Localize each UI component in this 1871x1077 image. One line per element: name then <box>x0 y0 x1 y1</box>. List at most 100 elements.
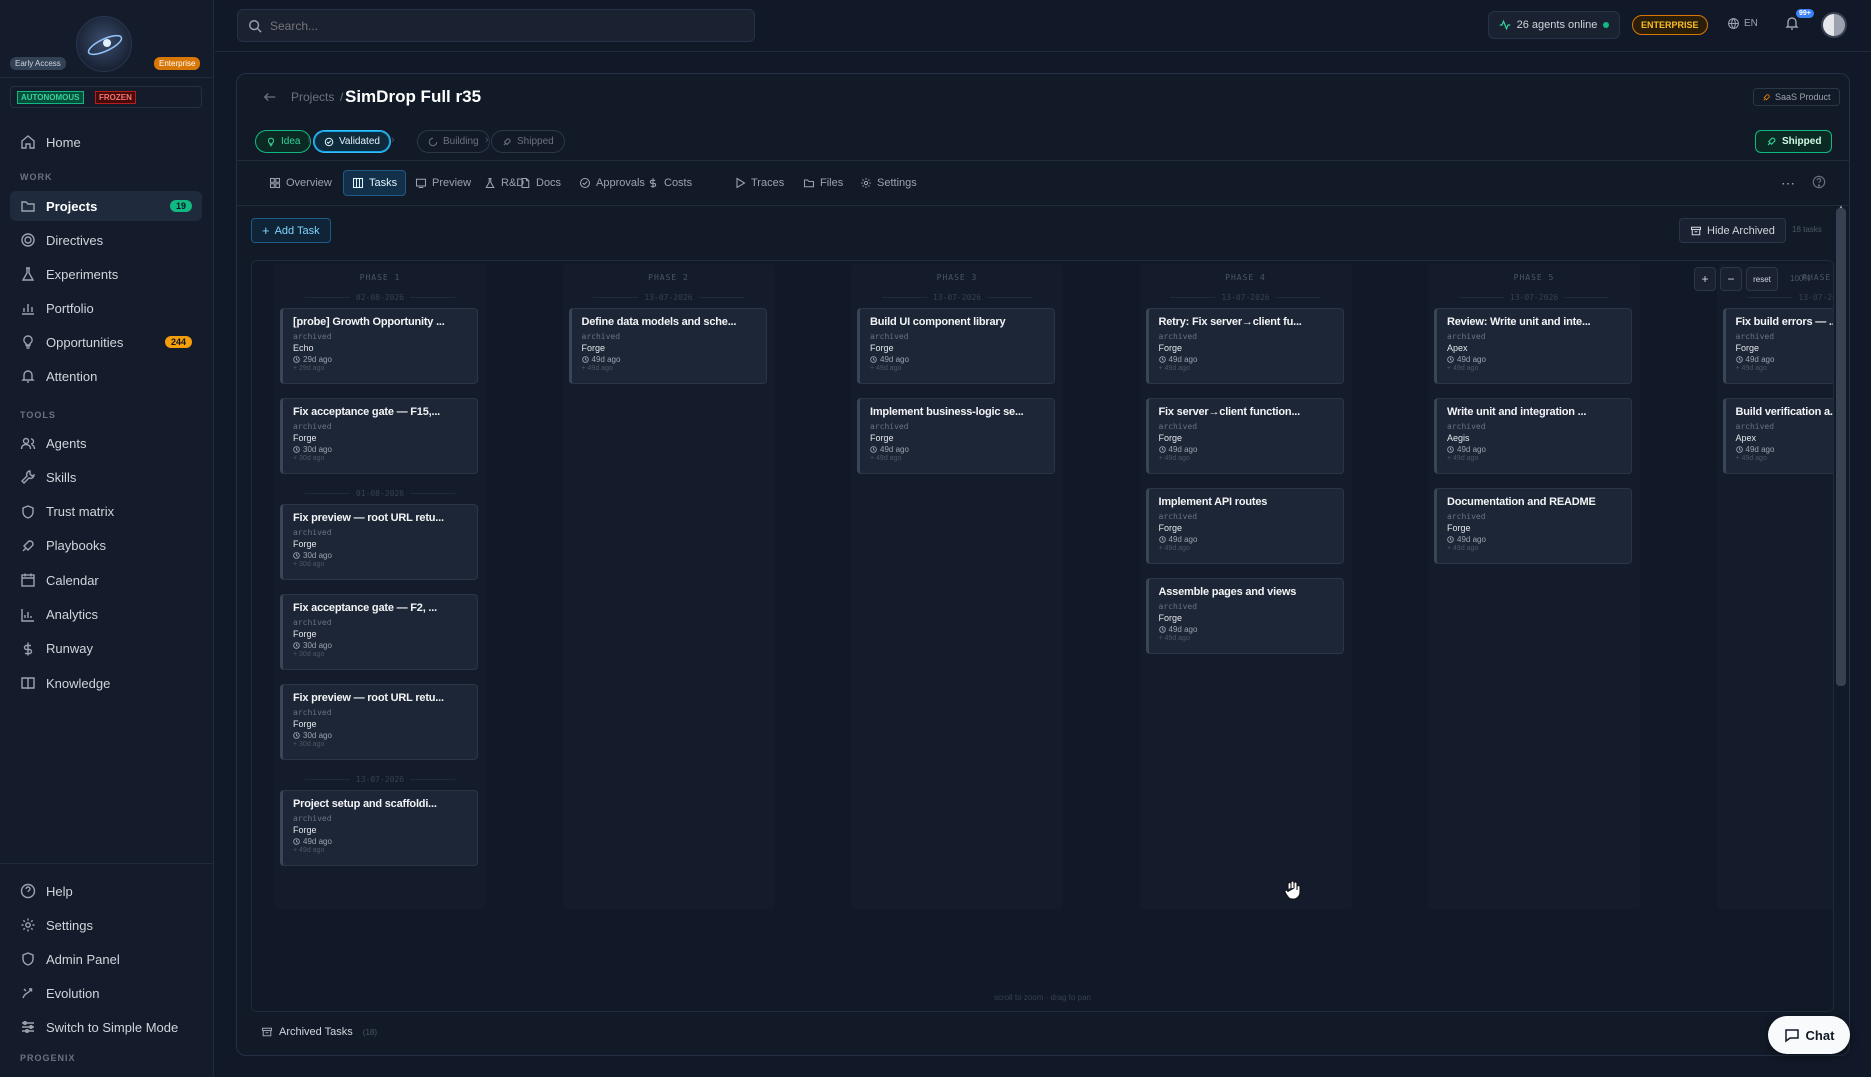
project-status-button[interactable]: Shipped <box>1755 130 1833 153</box>
agents-online-indicator[interactable]: 26 agents online <box>1488 11 1620 39</box>
task-card[interactable]: Write unit and integration ... archived Ae… <box>1434 398 1632 474</box>
mode-indicator[interactable]: AUTONOMOUS FROZEN <box>10 86 202 108</box>
app-logo[interactable] <box>76 16 132 72</box>
divider <box>237 205 1849 206</box>
stage-shipped[interactable]: Shipped <box>491 130 565 153</box>
nav-skills[interactable]: Skills <box>10 462 202 492</box>
task-time: 29d ago <box>303 355 332 364</box>
task-agent: Forge <box>293 433 317 443</box>
search-input[interactable] <box>270 18 750 33</box>
breadcrumb-separator: / <box>340 90 344 104</box>
task-card[interactable]: Fix preview — root URL retu... archived Fo… <box>280 504 478 580</box>
tab-traces[interactable]: Traces <box>726 170 792 196</box>
task-card[interactable]: Define data models and sche... archived Fo… <box>568 308 767 384</box>
nav-runway[interactable]: Runway <box>10 634 202 664</box>
nav-playbooks[interactable]: Playbooks <box>10 531 202 561</box>
stage-validated[interactable]: Validated <box>313 130 391 153</box>
clock-icon <box>1735 356 1743 363</box>
task-time: 49d ago <box>1168 625 1198 634</box>
enterprise-plan-badge[interactable]: ENTERPRISE <box>1632 15 1708 35</box>
task-time: 49d ago <box>1745 445 1775 454</box>
task-agent: Forge <box>870 343 894 353</box>
zoom-out-button[interactable]: − <box>1720 267 1742 291</box>
task-card[interactable]: Documentation and README archived Forge 49d… <box>1434 488 1632 564</box>
task-meta: + 49d ago <box>293 847 325 854</box>
tab-tasks[interactable]: Tasks <box>343 170 407 196</box>
chat-button[interactable]: Chat <box>1768 1016 1850 1054</box>
nav-experiments[interactable]: Experiments <box>10 259 202 289</box>
tab-files[interactable]: Files <box>795 170 851 196</box>
task-card[interactable]: Fix acceptance gate — F15,... archived For… <box>280 398 478 474</box>
nav-calendar[interactable]: Calendar <box>10 565 202 595</box>
task-card[interactable]: Fix server→client function... archived For… <box>1145 398 1344 474</box>
task-meta: + 49d ago <box>1158 545 1190 552</box>
tab-costs[interactable]: Costs <box>639 170 700 196</box>
nav-label: Runway <box>46 641 93 657</box>
task-card[interactable]: Implement business-logic se... archived Fo… <box>857 398 1055 474</box>
date-group-label: 13-07-2026 <box>1428 293 1640 302</box>
clock-icon <box>293 642 300 649</box>
folder-icon <box>803 179 815 188</box>
task-card[interactable]: Build verification a... archived Apex 49d a… <box>1722 398 1833 474</box>
nav-directives[interactable]: Directives <box>10 225 202 255</box>
breadcrumb-projects[interactable]: Projects <box>291 90 334 104</box>
tab-docs[interactable]: Docs <box>511 170 569 196</box>
stage-idea[interactable]: Idea <box>255 130 312 153</box>
nav-home[interactable]: Home <box>10 127 202 157</box>
notification-count-badge: 99+ <box>1796 9 1814 18</box>
task-card[interactable]: Review: Write unit and inte... archived Ap… <box>1434 308 1632 384</box>
nav-analytics[interactable]: Analytics <box>10 600 202 630</box>
stage-label: Idea <box>281 136 301 147</box>
nav-evolution[interactable]: Evolution <box>10 978 202 1008</box>
task-agent: Forge <box>1735 343 1760 353</box>
zoom-in-button[interactable]: + <box>1694 267 1716 291</box>
nav-help[interactable]: Help <box>10 876 202 906</box>
nav-agents[interactable]: Agents <box>10 428 202 458</box>
nav-settings[interactable]: Settings <box>10 910 202 940</box>
task-card[interactable]: Implement API routes archived Forge 49d ago… <box>1145 488 1344 564</box>
search-bar[interactable] <box>237 9 755 42</box>
nav-admin-panel[interactable]: Admin Panel <box>10 944 202 974</box>
page-title: SimDrop Full r35 <box>345 87 482 106</box>
more-options-icon[interactable]: ⋯ <box>1781 175 1795 192</box>
language-selector[interactable]: EN <box>1727 17 1758 30</box>
notifications-button[interactable]: 99+ <box>1784 9 1814 31</box>
play-icon <box>736 177 746 189</box>
task-card[interactable]: Retry: Fix server→client fu... archived Fo… <box>1145 308 1344 384</box>
task-card[interactable]: Assemble pages and views archived Forge 49d… <box>1145 578 1344 654</box>
nav-trust-matrix[interactable]: Trust matrix <box>10 497 202 527</box>
task-time: 30d ago <box>303 551 332 560</box>
task-card[interactable]: Fix preview — root URL retu... archived Fo… <box>280 684 478 760</box>
task-card[interactable]: Build UI component library archived Forge 4… <box>857 308 1055 384</box>
nav-opportunities[interactable]: Opportunities 244 <box>10 327 202 357</box>
tab-overview[interactable]: Overview <box>261 170 340 196</box>
task-time: 49d ago <box>1168 535 1198 544</box>
nav-switch-to-simple-mode[interactable]: Switch to Simple Mode <box>10 1012 202 1042</box>
tab-settings[interactable]: Settings <box>852 170 925 196</box>
task-status: archived <box>1447 422 1486 431</box>
task-title: Fix acceptance gate — F2, ... <box>293 602 437 614</box>
nav-attention[interactable]: Attention <box>10 361 202 391</box>
scrollbar-thumb[interactable] <box>1836 208 1846 686</box>
tab-preview[interactable]: Preview <box>407 170 479 196</box>
flask-icon <box>21 267 35 281</box>
hide-archived-button[interactable]: Hide Archived <box>1679 218 1786 243</box>
nav-knowledge[interactable]: Knowledge <box>10 668 202 698</box>
zoom-reset-button[interactable]: reset <box>1746 267 1778 291</box>
archive-icon <box>1690 226 1702 235</box>
archived-tasks-toggle[interactable]: Archived Tasks (18) <box>251 1020 377 1044</box>
task-card[interactable]: Project setup and scaffoldi... archived Fo… <box>280 790 478 866</box>
task-card[interactable]: Fix build errors — ... archived Forge 49d a… <box>1722 308 1833 384</box>
task-card[interactable]: [probe] Growth Opportunity ... archived Ec… <box>280 308 478 384</box>
plus-icon: + <box>262 223 270 238</box>
add-task-button[interactable]: + Add Task <box>251 218 331 243</box>
task-board[interactable]: PHASE 1 02-08-2026 [probe] Growth Opportun… <box>251 260 1834 1012</box>
task-card[interactable]: Fix acceptance gate — F2, ... archived For… <box>280 594 478 670</box>
nav-portfolio[interactable]: Portfolio <box>10 293 202 323</box>
help-icon[interactable] <box>1812 175 1826 189</box>
user-avatar[interactable] <box>1821 12 1847 38</box>
nav-projects[interactable]: Projects 19 <box>10 191 202 221</box>
back-arrow-icon[interactable] <box>263 90 277 104</box>
stage-building[interactable]: Building <box>417 130 490 153</box>
hide-archived-label: Hide Archived <box>1707 224 1775 237</box>
